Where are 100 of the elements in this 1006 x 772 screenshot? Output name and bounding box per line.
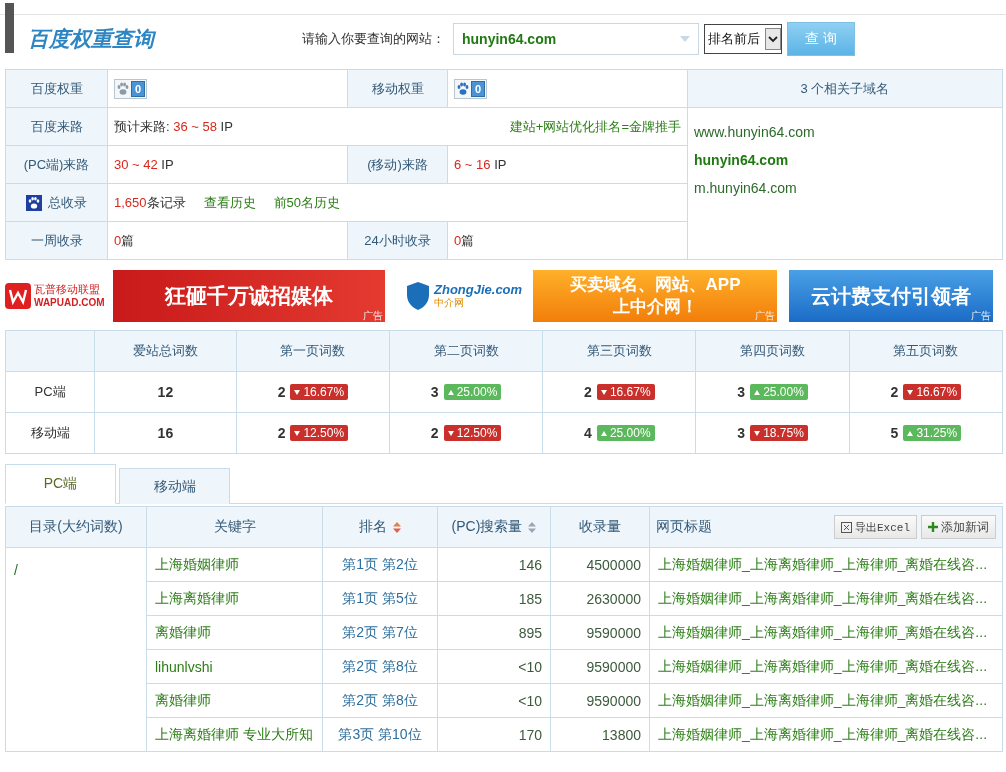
search-volume-cell: <10 — [437, 683, 551, 718]
indexed-count-cell: 9590000 — [550, 615, 650, 650]
column-header: 第四页词数 — [695, 330, 850, 372]
history-link[interactable]: 查看历史 — [203, 193, 256, 212]
page-count: 5 — [890, 425, 899, 441]
subdomain-link[interactable]: hunyin64.com — [694, 146, 996, 174]
tab[interactable]: 移动端 — [119, 468, 230, 504]
table-cell: 0篇 — [107, 221, 348, 260]
page-count: 2 — [584, 384, 592, 400]
rank-cell: 第2页 第8位 — [322, 649, 438, 684]
column-header: 目录(大约词数) — [29, 518, 123, 536]
tab[interactable]: PC端 — [5, 464, 116, 504]
website-input-field[interactable]: hunyin64.com — [453, 23, 699, 55]
page-title-link[interactable]: 上海婚姻律师_上海离婚律师_上海律师_离婚在线咨... — [649, 581, 1003, 616]
keyword-link[interactable]: 上海离婚律师 专业大所知 — [146, 717, 323, 752]
column-header: 爱站总词数 — [94, 330, 237, 372]
keyword-link[interactable]: 上海离婚律师 — [146, 581, 323, 616]
change-badge: 16.67% — [903, 384, 962, 400]
history-link[interactable]: 前50名历史 — [273, 193, 340, 212]
indexed-count-cell: 9590000 — [550, 649, 650, 684]
paw-icon — [456, 81, 470, 96]
query-label: 请输入你要查询的网站： — [302, 30, 445, 48]
page-count: 2 — [277, 384, 286, 400]
rank-cell: 第1页 第2位 — [322, 547, 438, 582]
change-badge: 18.75% — [750, 425, 808, 441]
column-header[interactable]: 排名 — [359, 518, 387, 536]
subdomain-count: 3 个相关子域名 — [687, 69, 1003, 108]
table-cell: (PC端)来路 — [5, 145, 108, 184]
column-header: 网页标题 — [656, 518, 712, 536]
search-volume-cell: 170 — [437, 717, 551, 752]
table-cell: 24小时收录 — [347, 221, 448, 260]
rank-cell: 第2页 第7位 — [322, 615, 438, 650]
sort-select[interactable]: 排名前后 — [704, 24, 782, 54]
subdomain-link[interactable]: www.hunyin64.com — [694, 118, 996, 146]
column-header: 第三页词数 — [542, 330, 696, 372]
page-count: 3 — [430, 384, 439, 400]
ad-logo[interactable]: 瓦普移动联盟 WAPUAD.COM — [5, 270, 113, 322]
column-header: 第一页词数 — [236, 330, 390, 372]
change-badge: 12.50% — [290, 425, 349, 441]
page-title: 百度权重查询 — [28, 26, 154, 52]
page-count: 4 — [584, 425, 592, 441]
weight-badge: 0 — [454, 78, 488, 99]
table-cell: 移动权重 — [347, 69, 448, 108]
search-volume-cell: 895 — [437, 615, 551, 650]
page-title-link[interactable]: 上海婚姻律师_上海离婚律师_上海律师_离婚在线咨... — [649, 547, 1003, 582]
change-badge: 31.25% — [903, 425, 962, 441]
page-count: 3 — [737, 425, 746, 441]
table-cell: 一周收录 — [5, 221, 108, 260]
paw-icon — [26, 194, 42, 211]
keyword-link[interactable]: lihunlvshi — [146, 649, 323, 684]
table-cell: 30 ~ 42 IP — [107, 145, 348, 184]
ad-banner[interactable]: 狂砸千万诚招媒体 广告 — [113, 270, 385, 322]
export-excel-button[interactable]: 导出Excel — [834, 515, 917, 539]
ad-banner[interactable]: 云计费支付引领者 广告 — [789, 270, 993, 322]
total-count: 12 — [94, 371, 237, 413]
change-badge: 25.00% — [750, 384, 808, 400]
keyword-link[interactable]: 离婚律师 — [146, 683, 323, 718]
indexed-count-cell: 13800 — [550, 717, 650, 752]
subdomain-link[interactable]: m.hunyin64.com — [694, 174, 996, 202]
search-volume-cell: <10 — [437, 649, 551, 684]
rank-cell: 第1页 第5位 — [322, 581, 438, 616]
page-count: 2 — [430, 425, 439, 441]
indexed-count-cell: 4500000 — [550, 547, 650, 582]
table-cell: 百度权重 — [5, 69, 108, 108]
page-title-link[interactable]: 上海婚姻律师_上海离婚律师_上海律师_离婚在线咨... — [649, 649, 1003, 684]
indexed-count-cell: 9590000 — [550, 683, 650, 718]
add-keyword-button[interactable]: 添加新词 — [921, 515, 996, 539]
column-header: 关键字 — [213, 518, 256, 536]
table-cell: (移动)来路 — [347, 145, 448, 184]
total-count: 16 — [94, 412, 237, 454]
page-count: 2 — [890, 384, 899, 400]
rank-cell: 第3页 第10位 — [322, 717, 438, 752]
header-accent-bar — [5, 3, 14, 53]
change-badge: 25.00% — [596, 425, 655, 441]
ad-logo[interactable]: ZhongJie.com 中介网 — [405, 270, 533, 322]
paw-icon — [116, 81, 130, 96]
page-title-link[interactable]: 上海婚姻律师_上海离婚律师_上海律师_离婚在线咨... — [649, 717, 1003, 752]
plus-icon — [928, 522, 938, 532]
change-badge: 12.50% — [443, 425, 502, 441]
row-label: 移动端 — [5, 412, 95, 454]
estimated-traffic: 预计来路: 36 ~ 58 IP — [114, 117, 233, 136]
promo-link[interactable]: 建站+网站优化排名=金牌推手 — [509, 117, 681, 136]
column-header: 第二页词数 — [389, 330, 543, 372]
rank-cell: 第2页 第8位 — [322, 683, 438, 718]
directory-path: / — [14, 562, 18, 578]
column-header: 第五页词数 — [849, 330, 1003, 372]
column-header: 收录量 — [579, 518, 621, 536]
keyword-link[interactable]: 离婚律师 — [146, 615, 323, 650]
change-badge: 25.00% — [443, 384, 502, 400]
change-badge: 16.67% — [596, 384, 655, 400]
indexed-count-cell: 2630000 — [550, 581, 650, 616]
sort-icon[interactable] — [393, 521, 401, 533]
page-title-link[interactable]: 上海婚姻律师_上海离婚律师_上海律师_离婚在线咨... — [649, 615, 1003, 650]
weight-badge: 0 — [114, 78, 148, 99]
keyword-link[interactable]: 上海婚姻律师 — [146, 547, 323, 582]
sort-icon[interactable] — [528, 521, 537, 533]
row-label: 总收录 — [48, 193, 87, 212]
change-badge: 16.67% — [290, 384, 349, 400]
page-title-link[interactable]: 上海婚姻律师_上海离婚律师_上海律师_离婚在线咨... — [649, 683, 1003, 718]
row-label: PC端 — [5, 371, 95, 413]
